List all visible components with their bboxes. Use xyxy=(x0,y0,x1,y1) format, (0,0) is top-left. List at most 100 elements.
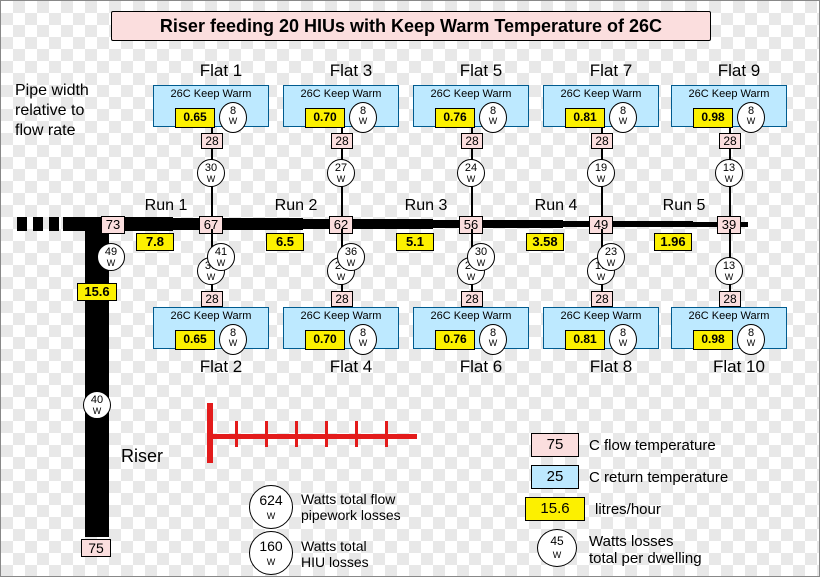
red-glyph-tick xyxy=(235,421,238,447)
branch-watts: 24W xyxy=(457,159,485,187)
legend-watts-label: Watts losses total per dwelling xyxy=(589,533,702,567)
hiu-box: 26C Keep Warm0.708W xyxy=(283,85,399,127)
branch-return-temp: 28 xyxy=(461,291,483,307)
flat-label: Flat 5 xyxy=(431,61,531,81)
hiu-keep-warm: 26C Keep Warm xyxy=(284,310,398,322)
branch-return-temp: 28 xyxy=(201,291,223,307)
hiu-lph: 0.65 xyxy=(175,108,215,128)
run-label: Run 1 xyxy=(131,197,201,215)
total-hiu-losses: 160 W xyxy=(249,531,293,575)
hiu-lph: 0.70 xyxy=(305,330,345,350)
hiu-keep-warm: 26C Keep Warm xyxy=(154,88,268,100)
riser-watts-value: 40 xyxy=(91,394,103,406)
branch-return-temp: 28 xyxy=(331,133,353,149)
hiu-lph: 0.81 xyxy=(565,108,605,128)
branch-watts: 19W xyxy=(587,159,615,187)
riser-flow-temp: 75 xyxy=(81,539,111,557)
run-watts: 41W xyxy=(207,243,235,271)
branch-return-temp: 28 xyxy=(201,133,223,149)
flat-label: Flat 7 xyxy=(561,61,661,81)
hiu-watts: 8W xyxy=(609,102,637,133)
hiu-watts: 8W xyxy=(349,324,377,355)
total-hiu-losses-value: 160 xyxy=(259,538,282,554)
hiu-body: 0.818W xyxy=(544,324,658,355)
hiu-lph: 0.81 xyxy=(565,330,605,350)
run-watts: 23W xyxy=(597,243,625,271)
hiu-lph: 0.76 xyxy=(435,108,475,128)
hiu-lph: 0.98 xyxy=(693,108,733,128)
branch-watts: 30W xyxy=(197,159,225,187)
pipe-dash xyxy=(17,217,27,231)
legend-lph-chip: 15.6 xyxy=(525,497,585,521)
run-lph: 1.96 xyxy=(654,233,692,251)
branch-return-temp: 28 xyxy=(719,133,741,149)
hiu-keep-warm: 26C Keep Warm xyxy=(672,88,786,100)
hiu-lph: 0.70 xyxy=(305,108,345,128)
watts-unit: W xyxy=(267,557,276,567)
legend-watts-chip: 45W xyxy=(537,529,577,567)
hiu-box: 26C Keep Warm0.818W xyxy=(543,307,659,349)
hiu-box: 26C Keep Warm0.988W xyxy=(671,307,787,349)
run-lph: 3.58 xyxy=(526,233,564,251)
flat-label: Flat 1 xyxy=(171,61,271,81)
hiu-keep-warm: 26C Keep Warm xyxy=(414,88,528,100)
branch-return-temp: 28 xyxy=(719,291,741,307)
hiu-body: 0.708W xyxy=(284,324,398,355)
red-glyph-tick xyxy=(385,421,388,447)
hiu-watts: 8W xyxy=(737,324,765,355)
main-bus-seg xyxy=(433,220,563,228)
hiu-box: 26C Keep Warm0.658W xyxy=(153,85,269,127)
legend-lph-label: litres/hour xyxy=(595,501,661,518)
branch-return-temp: 28 xyxy=(331,291,353,307)
run-label: Run 5 xyxy=(649,197,719,215)
legend-watts-value: 45 xyxy=(550,534,563,548)
hiu-body: 0.768W xyxy=(414,324,528,355)
hiu-box: 26C Keep Warm0.658W xyxy=(153,307,269,349)
branch-return-temp: 28 xyxy=(591,133,613,149)
run-lph: 6.5 xyxy=(266,233,304,251)
red-glyph-tick xyxy=(355,421,358,447)
main-bus-seg xyxy=(173,218,303,230)
red-glyph-tick xyxy=(295,421,298,447)
riser-lph: 15.6 xyxy=(77,283,117,301)
hiu-keep-warm: 26C Keep Warm xyxy=(544,310,658,322)
legend-flow-chip: 75 xyxy=(531,433,579,457)
hiu-keep-warm: 26C Keep Warm xyxy=(544,88,658,100)
run-lph: 5.1 xyxy=(396,233,434,251)
hiu-box: 26C Keep Warm0.768W xyxy=(413,85,529,127)
run-lph: 7.8 xyxy=(136,233,174,251)
flat-label: Flat 4 xyxy=(301,357,401,377)
pipe-width-note: Pipe width relative to flow rate xyxy=(15,81,125,141)
hiu-keep-warm: 26C Keep Warm xyxy=(284,88,398,100)
flat-label: Flat 3 xyxy=(301,61,401,81)
flat-label: Flat 2 xyxy=(171,357,271,377)
hiu-box: 26C Keep Warm0.988W xyxy=(671,85,787,127)
branch-return-temp: 28 xyxy=(461,133,483,149)
riser-watts: 40W xyxy=(83,391,111,419)
run-watts: 30W xyxy=(467,243,495,271)
total-flow-losses-label: Watts total flow pipework losses xyxy=(301,491,401,523)
hiu-box: 26C Keep Warm0.818W xyxy=(543,85,659,127)
total-flow-losses: 624W xyxy=(249,485,293,529)
hiu-lph: 0.65 xyxy=(175,330,215,350)
bus-start-temp: 73 xyxy=(101,216,125,234)
hiu-watts: 8W xyxy=(219,102,247,133)
legend-return-chip: 25 xyxy=(531,465,579,489)
red-glyph-tick xyxy=(265,421,268,447)
pipe-dash xyxy=(49,217,59,231)
red-glyph-vert xyxy=(207,403,213,463)
hiu-lph: 0.98 xyxy=(693,330,733,350)
hiu-box: 26C Keep Warm0.708W xyxy=(283,307,399,349)
main-bus-seg xyxy=(563,221,693,227)
legend-flow-label: C flow temperature xyxy=(589,437,716,454)
page-title: Riser feeding 20 HIUs with Keep Warm Tem… xyxy=(111,11,711,41)
flat-label: Flat 10 xyxy=(689,357,789,377)
run-label: Run 3 xyxy=(391,197,461,215)
branch-watts: 27W xyxy=(327,159,355,187)
flat-label: Flat 6 xyxy=(431,357,531,377)
run-label: Run 4 xyxy=(521,197,591,215)
hiu-watts: 8W xyxy=(479,324,507,355)
hiu-keep-warm: 26C Keep Warm xyxy=(154,310,268,322)
hiu-keep-warm: 26C Keep Warm xyxy=(672,310,786,322)
branch-watts: 13W xyxy=(715,159,743,187)
